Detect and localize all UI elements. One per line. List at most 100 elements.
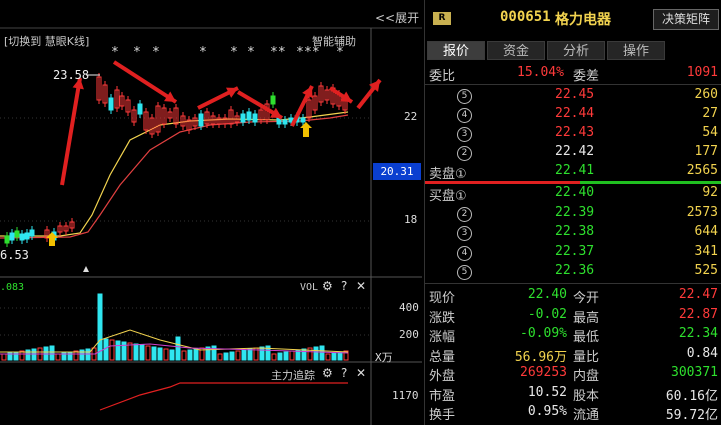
close-icon[interactable]: ✕: [356, 366, 366, 380]
tab-funds[interactable]: 资金: [487, 41, 545, 60]
stat-value: 0.95%: [527, 404, 567, 419]
signal-star: *: [199, 45, 207, 60]
stat-label: 量比: [573, 349, 600, 365]
main-track-label: 主力追踪: [271, 369, 315, 382]
stat-value: -0.02: [527, 306, 567, 322]
tab-analysis[interactable]: 分析: [547, 41, 605, 60]
expand-button[interactable]: <<展开: [375, 9, 419, 26]
bid-row[interactable]: 4 22.37 341: [425, 243, 721, 263]
tab-operation[interactable]: 操作: [607, 41, 665, 60]
ask-volume: 27: [702, 106, 718, 121]
bid-price: 22.40: [555, 185, 595, 200]
volume-bar: [175, 336, 181, 361]
kline-canvas[interactable]: [0, 0, 422, 425]
candle-body: [198, 113, 204, 127]
level-index: 3: [457, 127, 472, 142]
ask-price: 22.45: [555, 87, 595, 102]
bid-row[interactable]: 3 22.38 644: [425, 223, 721, 243]
volume-bar: [283, 351, 289, 361]
decision-matrix-button[interactable]: 决策矩阵: [653, 9, 719, 30]
bid-row[interactable]: 买盘① 22.40 92: [425, 184, 721, 204]
ma-line: [0, 111, 349, 237]
signal-star: *: [133, 45, 141, 60]
stat-label: 现价: [429, 291, 456, 306]
volume-bar: [229, 351, 235, 361]
signal-star: **: [304, 45, 320, 60]
stat-value: 60.16亿: [665, 388, 718, 404]
stat-label: 外盘: [429, 369, 456, 384]
rzrq-badge: R: [433, 12, 451, 25]
volume-bar: [109, 339, 115, 361]
ma-line: [0, 114, 349, 239]
candle-body: [29, 229, 35, 237]
stat-label: 最低: [573, 330, 600, 345]
bid-row[interactable]: 2 22.39 2573: [425, 204, 721, 224]
stat-value: 22.34: [678, 326, 718, 341]
volume-bar: [301, 348, 307, 361]
level-index: 4: [457, 245, 472, 261]
gear-icon[interactable]: ⚙: [322, 279, 333, 293]
volume-bar: [163, 348, 169, 361]
volume-bar: [223, 352, 229, 361]
tab-quote[interactable]: 报价: [427, 41, 485, 60]
vol-axis-tick: 400: [399, 301, 419, 314]
candle-body: [19, 233, 25, 241]
bid-volume: 644: [694, 224, 718, 239]
ask-row[interactable]: 5 22.45 260: [425, 86, 721, 106]
quote-panel: R 000651 格力电器 决策矩阵 报价 资金 分析 操作 委比 15.04%…: [424, 0, 721, 425]
switch-kline-link[interactable]: [切换到 慧眼K线]: [4, 33, 89, 49]
ask-volume: 260: [694, 87, 718, 102]
close-icon[interactable]: ✕: [356, 279, 366, 293]
gear-icon[interactable]: ⚙: [322, 366, 333, 380]
stat-row: 现价 22.40 今开 22.47: [425, 286, 721, 306]
volume-bar: [271, 353, 277, 361]
level-index: 5: [457, 265, 472, 280]
stat-value: 300371: [671, 365, 718, 380]
candle-body: [4, 235, 10, 244]
candle-body: [246, 111, 252, 121]
volume-bar: [187, 349, 193, 361]
volume-bar: [313, 346, 319, 361]
stat-label: 股本: [573, 388, 600, 404]
ask-price: 22.44: [555, 106, 595, 121]
candle-body: [137, 103, 143, 115]
ask-volume: 177: [694, 144, 718, 159]
stat-value: 56.96万: [514, 349, 567, 365]
volume-bar: [325, 353, 331, 361]
ask-row[interactable]: 2 22.42 177: [425, 143, 721, 163]
volume-bar: [55, 353, 61, 361]
ask-price: 22.41: [555, 163, 595, 178]
kline-chart[interactable]: <<展开 [切换到 慧眼K线] 智能辅助 * * * * * * ** * **…: [0, 0, 422, 425]
candle-body: [240, 113, 246, 123]
volume-bar: [139, 344, 145, 361]
candle-body: [9, 232, 15, 241]
stat-row: 外盘 269253 内盘 300371: [425, 364, 721, 384]
ask-price: 22.42: [555, 144, 595, 159]
volume-bar: [247, 348, 253, 361]
stock-name: 格力电器: [555, 12, 611, 28]
cursor-marker: [83, 266, 89, 272]
main-track-tick: 1170: [392, 389, 419, 402]
stat-row: 换手 0.95% 流通 59.72亿: [425, 403, 721, 423]
stat-row: 涨跌 -0.02 最高 22.87: [425, 306, 721, 326]
bid-volume: 2573: [686, 204, 718, 220]
stat-row: 市盈 10.52 股本 60.16亿: [425, 384, 721, 404]
signal-star: *: [247, 45, 255, 60]
ask-row[interactable]: 卖盘① 22.41 2565: [425, 162, 721, 182]
ask-row[interactable]: 4 22.44 27: [425, 105, 721, 125]
help-icon[interactable]: ?: [341, 279, 347, 293]
level-index: 3: [457, 226, 472, 241]
stat-value: 10.52: [527, 384, 567, 400]
vol-unit: X万: [375, 351, 393, 364]
signal-star: *: [336, 45, 344, 60]
bid-row[interactable]: 5 22.36 525: [425, 262, 721, 282]
candle-body: [108, 97, 114, 111]
bid-price: 22.36: [555, 263, 595, 278]
volume-bar: [181, 350, 187, 361]
help-icon[interactable]: ?: [341, 366, 347, 380]
ask-row[interactable]: 3 22.43 54: [425, 124, 721, 144]
weibi-label: 委比: [429, 69, 456, 84]
candle-body: [252, 113, 258, 123]
stat-value: 22.40: [527, 287, 567, 302]
signal-star: *: [152, 45, 160, 60]
